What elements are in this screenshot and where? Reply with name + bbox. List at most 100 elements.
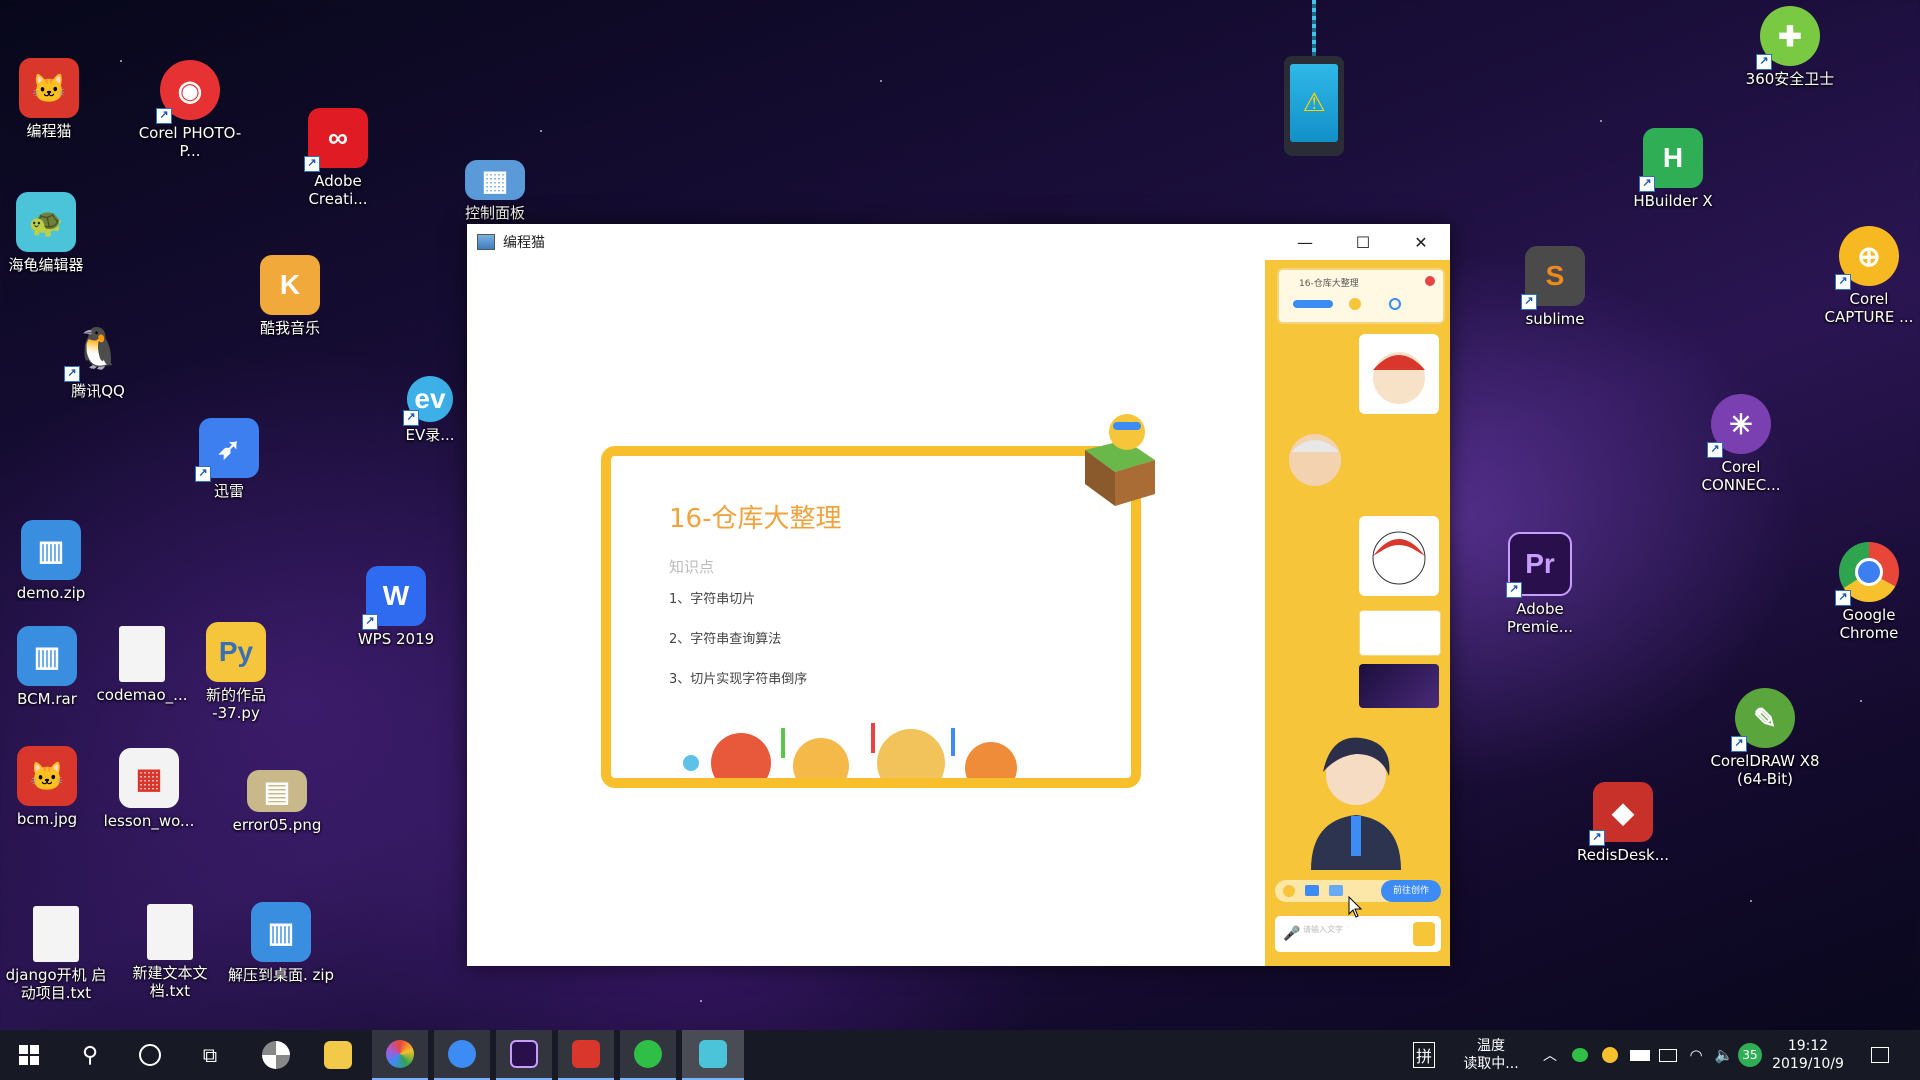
lesson-slide-card: 16-仓库大整理 知识点 1、字符串切片 2、字符串查询算法 3、切片实现字符串…: [601, 446, 1141, 788]
tray-expand-button[interactable]: ︿: [1536, 1030, 1564, 1080]
taskbar-app-explorer[interactable]: [310, 1030, 366, 1080]
character-card-red-cat[interactable]: [1359, 334, 1439, 414]
weather-line-1: 温度: [1477, 1038, 1505, 1054]
control-panel-icon: ▦: [465, 160, 525, 200]
desktop-icon-demo-zip[interactable]: ▥ demo.zip: [0, 520, 106, 602]
chrome-icon: ↗: [1835, 542, 1899, 606]
weather-widget[interactable]: 温度 读取中...: [1456, 1037, 1526, 1073]
xunlei-bird-icon: ➶ ↗: [195, 418, 259, 482]
tray-360[interactable]: [1596, 1030, 1624, 1080]
task-view-button[interactable]: ⧉: [182, 1030, 238, 1080]
emoji-icon[interactable]: [1283, 885, 1295, 897]
weather-line-2: 读取中...: [1463, 1056, 1519, 1072]
folder-icon[interactable]: [1305, 885, 1319, 896]
taskbar: ⚲ ⧉ 拼 温度 读取中... ︿ ◠ 🔈 35 19:12 2019/10/9: [0, 1030, 1920, 1080]
tray-battery[interactable]: [1626, 1030, 1654, 1080]
corel-photo-icon: ◉ ↗: [156, 60, 220, 124]
360-shield-icon: ✚ ↗: [1756, 6, 1820, 70]
bcm-window: 编程猫 — ☐ ✕ 16-仓库大整理 知识点 1、字符串切片 2、字符串查询算法…: [467, 224, 1450, 966]
ime-indicator[interactable]: 拼: [1404, 1030, 1444, 1080]
slide-thumbnail-1[interactable]: [1359, 610, 1441, 656]
monitor-icon: [1659, 1048, 1677, 1062]
tray-wechat[interactable]: [1566, 1030, 1594, 1080]
desktop-icon-django-txt[interactable]: django开机 启动项目.txt: [1, 906, 111, 1002]
character-card-red-hood[interactable]: [1359, 516, 1439, 596]
python-file-icon: Py: [206, 622, 266, 682]
phone-cable: [1312, 0, 1316, 58]
desktop-icon-turtle-editor[interactable]: 🐢 海龟编辑器: [0, 192, 101, 274]
window-titlebar[interactable]: 编程猫 — ☐ ✕: [467, 224, 1450, 260]
go-create-button[interactable]: 前往创作: [1381, 880, 1441, 902]
desktop-icon-redis[interactable]: ◆ ↗ RedisDesk...: [1568, 782, 1678, 864]
turtle-editor-icon: 🐢: [16, 192, 76, 252]
coin-icon: [1349, 298, 1361, 310]
desktop-icon-coreldraw[interactable]: ✎ ↗ CorelDRAW X8 (64-Bit): [1710, 688, 1820, 788]
ev-recorder-icon: ev ↗: [403, 376, 453, 426]
cortana-button[interactable]: [122, 1030, 178, 1080]
tray-display[interactable]: [1654, 1030, 1682, 1080]
sublime-icon: S ↗: [1521, 246, 1585, 310]
clock[interactable]: 19:12 2019/10/9: [1770, 1037, 1846, 1073]
360-tray-icon: [1602, 1047, 1618, 1063]
color-wheel-icon: [386, 1040, 414, 1068]
bcm-app-icon: 🐱: [19, 58, 79, 118]
desktop-icon-xunlei[interactable]: ➶ ↗ 迅雷: [174, 418, 284, 500]
desktop-icon-hbuilder[interactable]: H ↗ HBuilder X: [1618, 128, 1728, 210]
start-button[interactable]: [0, 1030, 58, 1080]
desktop-icon-360[interactable]: ✚ ↗ 360安全卫士: [1735, 6, 1845, 88]
panel-lesson-title: 16-仓库大整理: [1299, 279, 1359, 289]
maximize-button[interactable]: ☐: [1334, 224, 1392, 260]
microphone-icon[interactable]: 🎤: [1283, 926, 1300, 942]
desktop-icon-lesson-wo[interactable]: ▦ lesson_wo...: [94, 748, 204, 830]
desktop-icon-new-txt[interactable]: 新建文本文 档.txt: [115, 904, 225, 1000]
taskbar-app-browser[interactable]: [434, 1030, 490, 1080]
image-file-icon: 🐱: [17, 746, 77, 806]
notification-button[interactable]: [1858, 1030, 1902, 1080]
character-card-old-man[interactable]: [1275, 420, 1355, 500]
desktop-icon-new-work-py[interactable]: Py 新的作品 -37.py: [181, 622, 291, 722]
corel-connect-icon: ✳ ↗: [1707, 394, 1771, 458]
windows-logo-icon: [19, 1045, 39, 1065]
battery-icon: [1630, 1049, 1650, 1061]
desktop-icon-error05[interactable]: ▤ error05.png: [222, 770, 332, 834]
close-button[interactable]: ✕: [1392, 224, 1450, 260]
desktop-icon-corel-connect[interactable]: ✳ ↗ Corel CONNEC...: [1686, 394, 1796, 494]
desktop-icon-bcm-jpg[interactable]: 🐱 bcm.jpg: [0, 746, 102, 828]
taskbar-app-wechat[interactable]: [620, 1030, 676, 1080]
kuwo-music-icon: K: [260, 255, 320, 315]
folder-icon: [324, 1041, 352, 1069]
desktop-icon-kuwo-music[interactable]: K 酷我音乐: [235, 255, 345, 337]
taskbar-app-bcm[interactable]: [558, 1030, 614, 1080]
desktop-icon-control-panel[interactable]: ▦ 控制面板: [440, 160, 550, 222]
desktop-icon-corel-capture[interactable]: ⊕ ↗ Corel CAPTURE ...: [1814, 226, 1920, 326]
window-title: 编程猫: [503, 235, 545, 251]
taskbar-app-premiere[interactable]: [496, 1030, 552, 1080]
cartoon-crowd-illustration: [683, 723, 1017, 778]
taskbar-app-pinwheel[interactable]: [248, 1030, 304, 1080]
desktop-icon-bcm[interactable]: 🐱 编程猫: [0, 58, 104, 140]
chat-input[interactable]: 🎤 请输入文字: [1275, 916, 1441, 952]
wps-icon: W ↗: [362, 566, 426, 630]
desktop-icon-chrome[interactable]: ↗ Google Chrome: [1814, 542, 1920, 642]
slide-thumbnail-2[interactable]: [1359, 664, 1439, 708]
desktop-icon-wps[interactable]: W ↗ WPS 2019: [341, 566, 451, 648]
search-button[interactable]: ⚲: [62, 1030, 118, 1080]
image-icon[interactable]: [1329, 885, 1343, 896]
desktop-icon-extract-zip[interactable]: ▥ 解压到桌面. zip: [226, 902, 336, 984]
badge-count: 35: [1738, 1043, 1762, 1067]
desktop-icon-ev-recorder[interactable]: ev ↗ EV录...: [395, 376, 465, 444]
taskbar-app-colors[interactable]: [372, 1030, 428, 1080]
desktop-icon-adobe-creative[interactable]: ∞ ↗ Adobe Creati...: [283, 108, 393, 208]
minimize-button[interactable]: —: [1276, 224, 1334, 260]
send-icon[interactable]: [1413, 922, 1435, 946]
pinwheel-icon: [262, 1041, 290, 1069]
desktop-icon-qq[interactable]: 🐧 ↗ 腾讯QQ: [43, 318, 153, 400]
tray-wifi[interactable]: ◠: [1682, 1030, 1710, 1080]
desktop-icon-premiere[interactable]: Pr ↗ Adobe Premie...: [1485, 532, 1595, 636]
desktop-icon-corel-photo[interactable]: ◉ ↗ Corel PHOTO-P...: [135, 60, 245, 160]
knowledge-item: 2、字符串查询算法: [669, 632, 782, 647]
warning-icon: ⚠: [1302, 88, 1326, 118]
desktop-icon-sublime[interactable]: S ↗ sublime: [1500, 246, 1610, 328]
text-file-icon: [33, 906, 79, 962]
taskbar-app-turtle[interactable]: [682, 1030, 744, 1080]
